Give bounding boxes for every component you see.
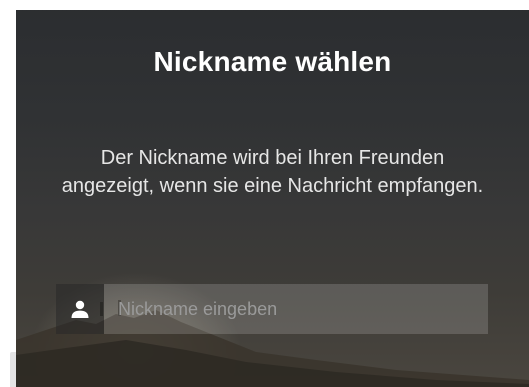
- nickname-field: [56, 284, 488, 334]
- top-edge: [16, 0, 529, 10]
- nickname-screen: Nickname wählen Der Nickname wird bei Ih…: [16, 0, 529, 387]
- input-icon-box: [56, 284, 104, 334]
- nickname-input[interactable]: [104, 284, 488, 334]
- page-title: Nickname wählen: [153, 46, 392, 77]
- description-text: Der Nickname wird bei Ihren Freunden ang…: [61, 147, 484, 197]
- user-icon: [71, 300, 89, 318]
